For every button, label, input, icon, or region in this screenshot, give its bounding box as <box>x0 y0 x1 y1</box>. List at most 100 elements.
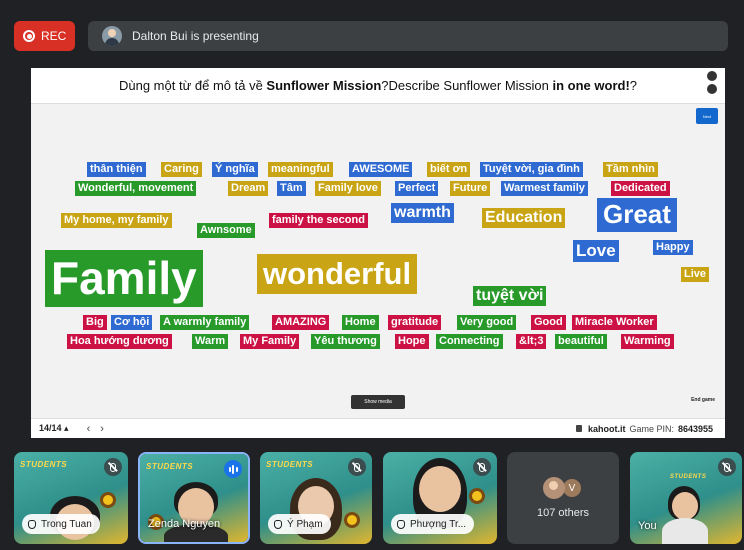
word-tag: family the second <box>269 213 368 228</box>
next-arrow-icon[interactable]: › <box>100 423 104 435</box>
hand-icon <box>274 519 282 529</box>
word-tag: A warmly family <box>160 315 250 330</box>
presenter-text: Dalton Bui is presenting <box>132 29 259 43</box>
question-en-bold: in one word! <box>552 78 630 93</box>
question-vi: Dùng một từ để mô tả về <box>118 78 267 93</box>
participant-name: Ý Phạm <box>268 514 331 534</box>
word-tag: Awnsome <box>197 223 255 238</box>
game-pin-info: kahoot.it Game PIN: 8643955 <box>575 423 713 434</box>
slide-question: Dùng một từ để mô tả về Sunflower Missio… <box>31 68 725 104</box>
info-icon[interactable] <box>707 84 717 94</box>
settings-icon[interactable] <box>707 71 717 81</box>
question-en: ?Describe Sunflower Mission <box>381 78 553 93</box>
word-tag: Warmest family <box>501 181 588 196</box>
word-tag: Hope <box>395 334 429 349</box>
slide-controls <box>707 71 717 94</box>
record-label: REC <box>41 29 67 43</box>
question-vi-bold: Sunflower Mission <box>266 78 382 93</box>
other-avatar <box>543 477 565 499</box>
word-tag: AMAZING <box>272 315 330 330</box>
presenter-avatar <box>102 26 122 46</box>
word-tag: gratitude <box>388 315 442 330</box>
tile-banner: STUDENTS <box>266 460 314 469</box>
word-tag: Warming <box>621 334 674 349</box>
word-tag: Education <box>482 208 566 229</box>
word-tag: Warm <box>192 334 229 349</box>
word-tag: Family <box>45 250 203 307</box>
word-tag: My Family <box>240 334 300 349</box>
participant-tile[interactable]: STUDENTS Ý Phạm <box>260 452 372 544</box>
word-tag: Love <box>573 240 619 262</box>
word-tag: Family love <box>315 181 381 196</box>
participant-tile[interactable]: Phượng Tr... <box>383 452 497 544</box>
tile-banner: STUDENTS <box>20 460 68 469</box>
mic-off-icon <box>718 458 736 476</box>
word-tag: Great <box>597 198 677 232</box>
word-tag: Dedicated <box>611 181 670 196</box>
word-tag: meaningful <box>268 162 333 177</box>
word-tag: AWESOME <box>349 162 413 177</box>
participant-name: You <box>638 520 657 532</box>
participant-name: Zenda Nguyen <box>148 518 221 530</box>
record-indicator[interactable]: REC <box>14 21 75 51</box>
participant-tile[interactable]: STUDENTS Zenda Nguyen <box>138 452 250 544</box>
participant-tile-self[interactable]: STUDENTS You <box>630 452 742 544</box>
lock-icon <box>575 425 582 432</box>
hand-icon <box>397 519 405 529</box>
word-tag: Cơ hội <box>111 315 153 330</box>
word-tag: thân thiện <box>87 162 146 177</box>
word-tag: wonderful <box>257 254 418 294</box>
word-tag: Tuyệt vời, gia đình <box>480 162 583 177</box>
word-tag: Tầm nhìn <box>603 162 658 177</box>
next-button[interactable]: Next <box>696 108 718 124</box>
word-tag: Ý nghĩa <box>212 162 258 177</box>
word-tag: Live <box>681 267 710 282</box>
prev-arrow-icon[interactable]: ‹ <box>87 423 91 435</box>
mic-off-icon <box>104 458 122 476</box>
tile-banner: STUDENTS <box>146 462 194 471</box>
slide-nav: ‹ › <box>87 423 104 435</box>
site-label: kahoot.it <box>587 423 626 434</box>
participant-name: Phượng Tr... <box>391 514 475 534</box>
word-tag: Future <box>450 181 491 196</box>
show-media-button[interactable]: Show media <box>351 395 405 409</box>
word-tag: Tâm <box>277 181 306 196</box>
record-icon <box>23 30 35 42</box>
word-tag: Connecting <box>436 334 503 349</box>
speaking-icon <box>224 460 242 478</box>
participant-tile[interactable]: STUDENTS Trong Tuan <box>14 452 128 544</box>
game-pin-label: Game PIN: <box>629 423 674 434</box>
slide-footer: 14/14 ▴ ‹ › kahoot.it Game PIN: 8643955 <box>31 418 725 438</box>
word-tag: My home, my family <box>61 213 172 228</box>
word-tag: biết ơn <box>427 162 471 177</box>
word-tag: Perfect <box>395 181 439 196</box>
hand-icon <box>28 519 36 529</box>
mic-off-icon <box>473 458 491 476</box>
question-end: ? <box>629 78 638 93</box>
word-tag: Home <box>342 315 379 330</box>
mic-off-icon <box>348 458 366 476</box>
others-count: 107 others <box>537 507 589 519</box>
word-tag: Good <box>531 315 566 330</box>
tile-banner: STUDENTS <box>670 474 707 480</box>
word-tag: beautiful <box>555 334 607 349</box>
presenter-bar: Dalton Bui is presenting <box>88 21 728 51</box>
word-tag: Dream <box>228 181 269 196</box>
word-tag: Yêu thương <box>311 334 380 349</box>
word-tag: Very good <box>457 315 517 330</box>
page-counter: 14/14 ▴ <box>39 423 69 433</box>
others-tile[interactable]: V 107 others <box>507 452 619 544</box>
game-pin: 8643955 <box>677 423 713 434</box>
word-tag: Miracle Worker <box>572 315 657 330</box>
word-tag: Caring <box>161 162 202 177</box>
word-tag: Wonderful, movement <box>75 181 197 196</box>
presented-slide: Dùng một từ để mô tả về Sunflower Missio… <box>31 68 725 438</box>
word-tag: Hoa hướng dương <box>67 334 172 349</box>
end-game-button[interactable]: End game <box>691 397 715 403</box>
word-tag: warmth <box>391 203 454 224</box>
word-tag: Happy <box>653 240 693 255</box>
participant-name: Trong Tuan <box>22 514 100 534</box>
word-tag: &lt;3 <box>516 334 547 349</box>
word-tag: tuyệt vời <box>473 286 547 307</box>
word-tag: Big <box>83 315 107 330</box>
